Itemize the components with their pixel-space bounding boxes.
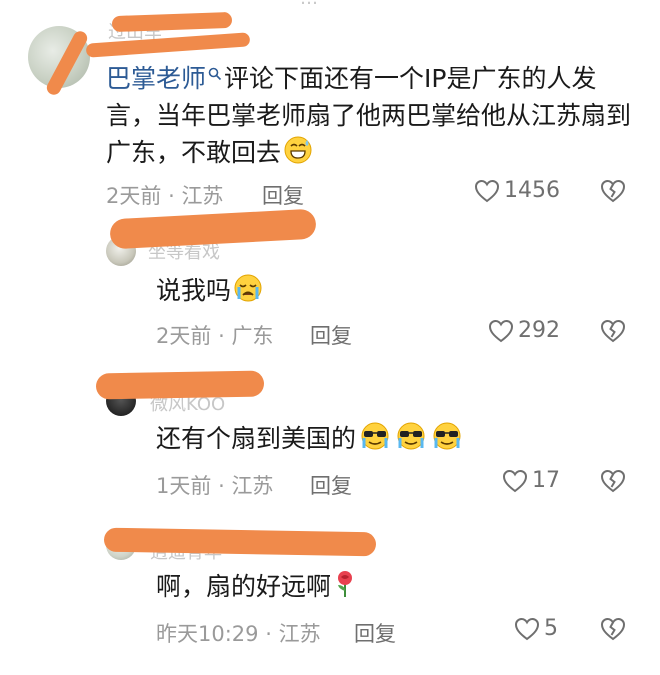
redaction-mark: [111, 11, 233, 33]
comment-location: 广东: [231, 324, 274, 348]
like-button[interactable]: 5: [514, 616, 558, 641]
comment-time: 2天前: [106, 184, 162, 208]
scrolled-text-fragment: …: [300, 0, 318, 9]
like-button[interactable]: 292: [488, 318, 560, 343]
meta-separator: ·: [218, 474, 225, 498]
comment-time: 2天前: [156, 324, 212, 348]
like-button[interactable]: 1456: [474, 178, 560, 203]
like-button[interactable]: 17: [502, 468, 560, 493]
comment-text: 啊，扇的好远啊: [156, 572, 332, 601]
comment-body: 巴掌老师 评论下面还有一个IP是广东的人发言，当年巴掌老师扇了他两巴掌给他从江苏扇…: [106, 60, 636, 175]
dislike-button[interactable]: [600, 469, 626, 493]
comment-body: 说我吗: [156, 272, 263, 313]
like-count: 292: [518, 318, 560, 343]
broken-heart-icon: [600, 179, 626, 203]
comment-text: 说我吗: [156, 276, 232, 305]
sunglasses-sweat-emoji-icon: [358, 421, 392, 461]
sunglasses-sweat-emoji-icon: [394, 421, 428, 461]
comment-time: 昨天10:29: [156, 622, 259, 646]
comment-location: 江苏: [278, 622, 321, 646]
heart-icon: [514, 617, 540, 641]
redaction-mark: [103, 527, 377, 557]
redaction-mark: [95, 370, 265, 400]
heart-icon: [488, 319, 514, 343]
crying-face-emoji-icon: [233, 273, 263, 313]
author-mention-link[interactable]: 巴掌老师: [106, 64, 206, 93]
comment-location: 江苏: [231, 474, 274, 498]
reply-button[interactable]: 回复: [310, 320, 352, 350]
reply-button[interactable]: 回复: [262, 180, 304, 210]
comment-body: 啊，扇的好远啊: [156, 568, 357, 609]
comment-time: 1天前: [156, 474, 212, 498]
dislike-button[interactable]: [600, 617, 626, 641]
comment-meta: 2天前 · 广东: [156, 320, 273, 350]
comment-meta: 1天前 · 江苏: [156, 470, 273, 500]
meta-separator: ·: [218, 324, 225, 348]
dislike-button[interactable]: [600, 319, 626, 343]
sunglasses-sweat-emoji-icon: [430, 421, 464, 461]
broken-heart-icon: [600, 469, 626, 493]
broken-heart-icon: [600, 319, 626, 343]
heart-icon: [502, 469, 528, 493]
rose-emoji-icon: [333, 569, 357, 609]
comment-text: 还有个扇到美国的: [156, 424, 357, 453]
like-count: 17: [532, 468, 560, 493]
redaction-mark: [109, 208, 317, 250]
meta-separator: ·: [265, 622, 272, 646]
comment-location: 江苏: [181, 184, 224, 208]
like-count: 1456: [504, 178, 560, 203]
comment-meta: 2天前 · 江苏: [106, 180, 223, 210]
reply-button[interactable]: 回复: [354, 618, 396, 648]
heart-icon: [474, 179, 500, 203]
dislike-button[interactable]: [600, 179, 626, 203]
grinning-sweat-emoji-icon: [283, 135, 313, 175]
search-icon[interactable]: [208, 67, 222, 81]
comment-meta: 昨天10:29 · 江苏: [156, 618, 321, 648]
meta-separator: ·: [168, 184, 175, 208]
like-count: 5: [544, 616, 558, 641]
broken-heart-icon: [600, 617, 626, 641]
reply-button[interactable]: 回复: [310, 470, 352, 500]
comment-body: 还有个扇到美国的: [156, 420, 464, 461]
